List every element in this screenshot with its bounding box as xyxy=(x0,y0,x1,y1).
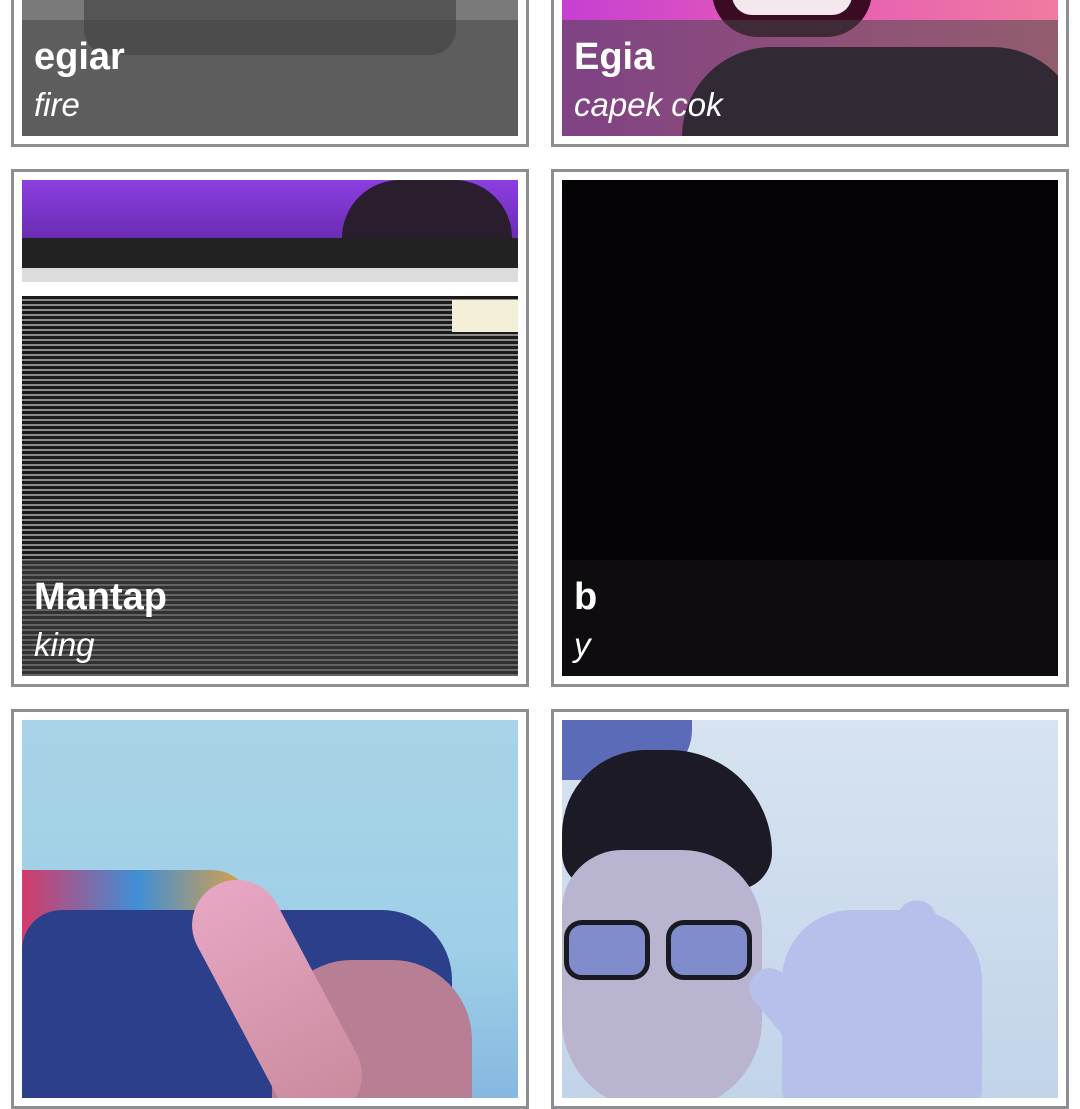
photo-teeth xyxy=(732,0,852,15)
participant-card[interactable] xyxy=(11,709,529,1109)
participant-card[interactable]: egiar fire xyxy=(11,0,529,147)
participant-name: Egia xyxy=(574,36,655,78)
participant-subtitle: king xyxy=(34,626,95,663)
participant-name: Mantap xyxy=(34,576,167,618)
participant-photo: b y xyxy=(562,180,1058,676)
participant-photo: egiar fire xyxy=(22,0,518,136)
participant-caption: egiar fire xyxy=(22,20,518,136)
participant-caption: Egia capek cok xyxy=(562,20,1058,136)
participant-subtitle: capek cok xyxy=(574,86,723,123)
participant-name: egiar xyxy=(34,36,125,78)
photo-laptop-bezel xyxy=(22,238,518,268)
photo-glasses-lens xyxy=(666,920,752,980)
participant-photo: Mantap king xyxy=(22,180,518,676)
photo-screen-note xyxy=(452,300,518,332)
participant-grid: egiar fire Egia capek cok Mantap king b … xyxy=(0,0,1080,1109)
photo-browser-urlbar xyxy=(22,282,518,296)
participant-name: b xyxy=(574,576,598,618)
participant-subtitle: y xyxy=(574,626,591,663)
participant-card[interactable]: Egia capek cok xyxy=(551,0,1069,147)
participant-caption: b y xyxy=(562,560,1058,676)
photo-glasses-lens xyxy=(564,920,650,980)
participant-card[interactable] xyxy=(551,709,1069,1109)
participant-caption: Mantap king xyxy=(22,560,518,676)
participant-card[interactable]: b y xyxy=(551,169,1069,687)
photo-browser-tabs xyxy=(22,268,518,282)
participant-photo xyxy=(562,720,1058,1098)
participant-card[interactable]: Mantap king xyxy=(11,169,529,687)
participant-subtitle: fire xyxy=(34,86,80,123)
participant-photo xyxy=(22,720,518,1098)
participant-photo: Egia capek cok xyxy=(562,0,1058,136)
photo-hand xyxy=(782,910,982,1098)
